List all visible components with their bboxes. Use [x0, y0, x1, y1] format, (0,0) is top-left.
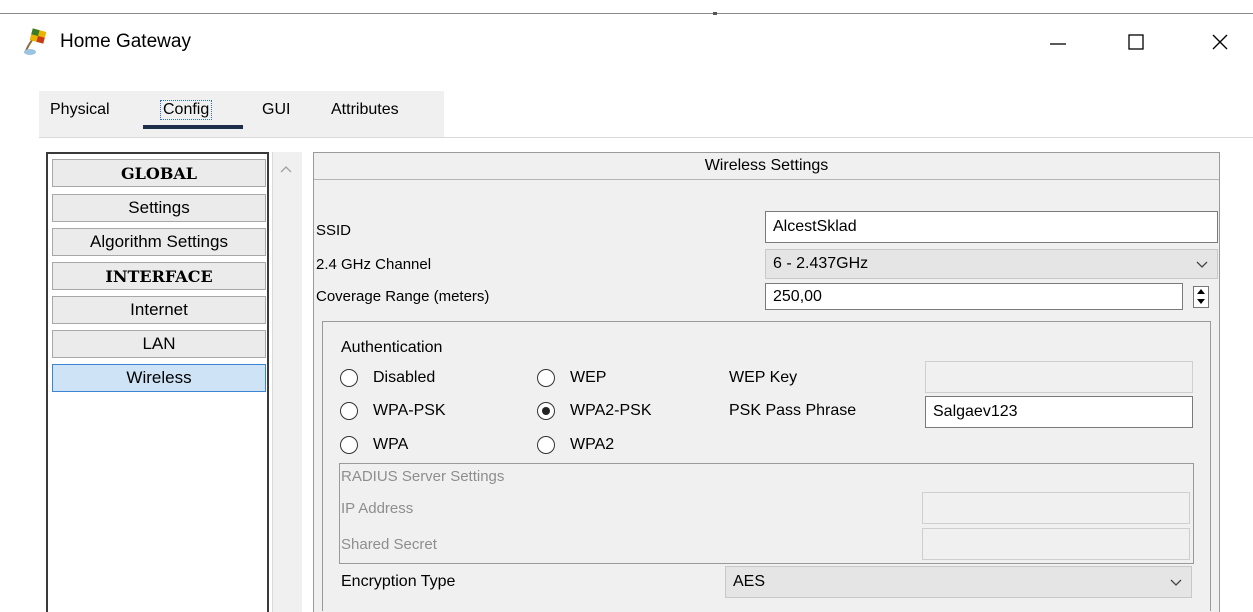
ssid-label: SSID	[316, 222, 352, 239]
chevron-down-icon	[1196, 261, 1208, 268]
sidebar-item-settings[interactable]: Settings	[52, 194, 266, 222]
ip-address-label: IP Address	[341, 500, 414, 517]
radio-wpa-psk-label: WPA-PSK	[373, 402, 446, 419]
radio-disabled[interactable]	[340, 369, 358, 387]
authentication-title: Authentication	[341, 339, 443, 356]
coverage-label: Coverage Range (meters)	[316, 288, 490, 305]
close-button[interactable]	[1198, 26, 1242, 58]
home-gateway-icon	[22, 28, 52, 56]
minimize-icon	[1050, 43, 1066, 45]
sidebar-item-algorithm-settings[interactable]: Algorithm Settings	[52, 228, 266, 256]
sidebar-item-lan[interactable]: LAN	[52, 330, 266, 358]
coverage-spinner[interactable]	[1186, 283, 1216, 310]
psk-pass-phrase-label: PSK Pass Phrase	[729, 402, 857, 419]
minimize-button[interactable]	[1036, 26, 1080, 58]
radio-wpa2-label: WPA2	[570, 436, 615, 453]
channel-select[interactable]: 6 - 2.437GHz	[765, 249, 1218, 279]
wep-key-input[interactable]	[925, 361, 1193, 393]
encryption-type-select[interactable]: AES	[725, 566, 1192, 598]
active-tab-indicator	[143, 125, 243, 129]
radius-title: RADIUS Server Settings	[341, 468, 505, 485]
spinner-arrows-icon	[1193, 285, 1209, 308]
scroll-up-button[interactable]	[276, 162, 296, 176]
radio-wpa2[interactable]	[537, 436, 555, 454]
tab-strip-divider	[39, 137, 1253, 138]
psk-pass-phrase-input[interactable]: Salgaev123	[925, 396, 1193, 428]
chevron-down-icon	[1170, 579, 1182, 586]
tab-gui[interactable]: GUI	[262, 101, 290, 119]
radio-wpa2-psk[interactable]	[537, 402, 555, 420]
maximize-button[interactable]	[1114, 26, 1158, 58]
window-top-border	[0, 13, 1253, 14]
coverage-input[interactable]: 250,00	[765, 283, 1183, 310]
sidebar-scrollbar[interactable]	[272, 152, 302, 612]
shared-secret-label: Shared Secret	[341, 536, 437, 553]
panel-title: Wireless Settings	[314, 153, 1219, 180]
tab-physical[interactable]: Physical	[50, 101, 110, 119]
channel-label: 2.4 GHz Channel	[316, 256, 432, 273]
channel-value: 6 - 2.437GHz	[773, 255, 869, 272]
window-title: Home Gateway	[60, 31, 191, 52]
window-top-marker	[713, 12, 717, 15]
encryption-type-label: Encryption Type	[341, 573, 456, 590]
chevron-up-icon	[280, 166, 292, 173]
radio-wpa-label: WPA	[373, 436, 409, 453]
radio-wep[interactable]	[537, 369, 555, 387]
tab-attributes[interactable]: Attributes	[331, 101, 399, 119]
sidebar-header-interface: INTERFACE	[52, 262, 266, 290]
radio-wpa2-psk-label: WPA2-PSK	[570, 402, 652, 419]
radio-disabled-label: Disabled	[373, 369, 436, 386]
encryption-type-value: AES	[733, 573, 766, 590]
shared-secret-input[interactable]	[922, 528, 1190, 560]
maximize-icon	[1128, 34, 1144, 50]
close-icon	[1212, 34, 1228, 50]
ip-address-input[interactable]	[922, 492, 1190, 524]
ssid-input[interactable]: AlcestSklad	[765, 211, 1218, 243]
radio-wep-label: WEP	[570, 369, 607, 386]
sidebar-item-internet[interactable]: Internet	[52, 296, 266, 324]
tab-config[interactable]: Config	[160, 100, 213, 120]
radio-wpa-psk[interactable]	[340, 402, 358, 420]
sidebar-header-global: GLOBAL	[52, 159, 266, 187]
radio-wpa[interactable]	[340, 436, 358, 454]
wep-key-label: WEP Key	[729, 369, 798, 386]
sidebar-item-wireless[interactable]: Wireless	[52, 364, 266, 392]
